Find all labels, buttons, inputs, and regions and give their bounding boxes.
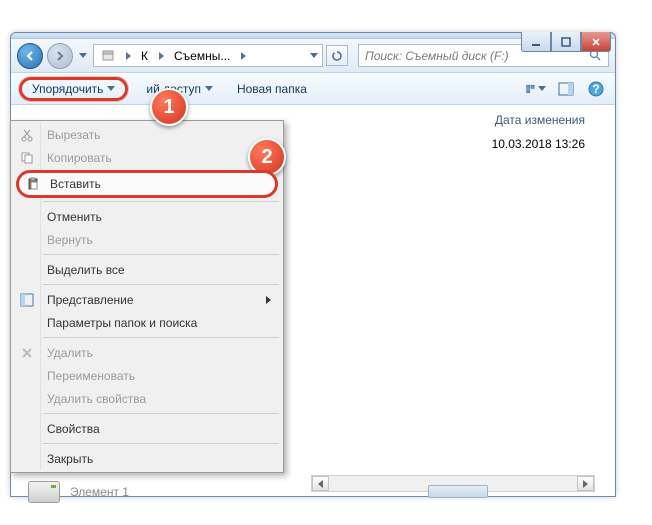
menu-item-label: Закрыть: [47, 452, 93, 466]
maximize-button[interactable]: [551, 32, 581, 52]
toolbar: Упорядочить ий доступ Новая папка ?: [11, 73, 615, 105]
menu-item-label: Свойства: [47, 422, 100, 436]
view-mode-button[interactable]: [525, 78, 547, 100]
horizontal-scrollbar[interactable]: [311, 475, 595, 492]
menu-item-label: Выделить все: [47, 263, 125, 277]
menu-item-label: Отменить: [47, 210, 102, 224]
menu-item-вернуть: Вернуть: [13, 228, 281, 251]
file-row-date: 10.03.2018 13:26: [492, 137, 585, 151]
history-dropdown[interactable]: [77, 46, 89, 66]
scroll-left-button[interactable]: [312, 476, 329, 491]
menu-item-label: Копировать: [47, 151, 112, 165]
drive-icon: [28, 481, 60, 503]
help-button[interactable]: ?: [585, 78, 607, 100]
menu-item-label: Переименовать: [47, 369, 135, 383]
breadcrumb-root-icon[interactable]: [96, 45, 120, 66]
paste-icon: [25, 176, 41, 192]
menu-item-label: Параметры папок и поиска: [47, 316, 197, 330]
elements-count: Элемент 1: [70, 485, 129, 499]
breadcrumb-dropdown[interactable]: [308, 53, 320, 58]
menu-item-вырезать: Вырезать: [13, 123, 281, 146]
submenu-arrow-icon: [266, 293, 271, 307]
menu-item-отменить[interactable]: Отменить: [13, 205, 281, 228]
menu-item-label: Вернуть: [47, 233, 93, 247]
menu-item-параметры-папок-и-поиска[interactable]: Параметры папок и поиска: [13, 311, 281, 334]
menu-separator: [43, 413, 279, 414]
back-button[interactable]: [17, 43, 43, 69]
menu-item-label: Вырезать: [47, 128, 100, 142]
chevron-down-icon: [205, 86, 213, 91]
window-controls: [521, 32, 611, 52]
menu-separator: [43, 254, 279, 255]
organize-menu: Вырезать Копировать Вставить Отменить Вернут…: [10, 120, 284, 473]
chevron-down-icon: [107, 86, 115, 91]
search-placeholder: Поиск: Съемный диск (F:): [365, 49, 509, 63]
svg-text:?: ?: [592, 82, 599, 96]
minimize-button[interactable]: [521, 32, 551, 52]
chevron-right-icon[interactable]: [237, 52, 249, 60]
close-button[interactable]: [581, 32, 611, 52]
menu-item-label: Представление: [47, 293, 134, 307]
menu-item-вставить[interactable]: Вставить: [16, 170, 278, 198]
new-folder-button[interactable]: Новая папка: [231, 79, 313, 99]
cut-icon: [19, 127, 35, 143]
footer-drive: Элемент 1: [28, 481, 129, 503]
menu-item-label: Удалить свойства: [47, 392, 146, 406]
menu-item-выделить-все[interactable]: Выделить все: [13, 258, 281, 281]
chevron-right-icon[interactable]: [122, 52, 134, 60]
menu-item-закрыть[interactable]: Закрыть: [13, 447, 281, 470]
organize-button[interactable]: Упорядочить: [19, 77, 128, 101]
breadcrumb-seg-1[interactable]: К: [136, 45, 153, 66]
menu-item-удалить: Удалить: [13, 341, 281, 364]
forward-button[interactable]: [47, 43, 73, 69]
chevron-right-icon[interactable]: [155, 52, 167, 60]
scroll-right-button[interactable]: [577, 476, 594, 491]
layout-icon: [19, 292, 35, 308]
menu-item-свойства[interactable]: Свойства: [13, 417, 281, 440]
breadcrumb-seg-2[interactable]: Съемны...: [169, 45, 235, 66]
scroll-thumb[interactable]: [428, 485, 488, 498]
preview-pane-button[interactable]: [555, 78, 577, 100]
menu-item-представление[interactable]: Представление: [13, 288, 281, 311]
menu-item-переименовать: Переименовать: [13, 364, 281, 387]
annotation-1: 1: [150, 88, 188, 126]
copy-icon: [19, 150, 35, 166]
delete-icon: [19, 345, 35, 361]
refresh-button[interactable]: [326, 45, 348, 66]
menu-separator: [43, 443, 279, 444]
menu-separator: [43, 284, 279, 285]
menu-item-label: Удалить: [47, 346, 93, 360]
menu-item-удалить-свойства: Удалить свойства: [13, 387, 281, 410]
menu-item-копировать: Копировать: [13, 146, 281, 169]
menu-separator: [43, 201, 279, 202]
menu-item-label: Вставить: [50, 177, 101, 191]
column-date-modified[interactable]: Дата изменения: [495, 113, 585, 127]
menu-separator: [43, 337, 279, 338]
breadcrumb[interactable]: К Съемны...: [93, 44, 323, 67]
